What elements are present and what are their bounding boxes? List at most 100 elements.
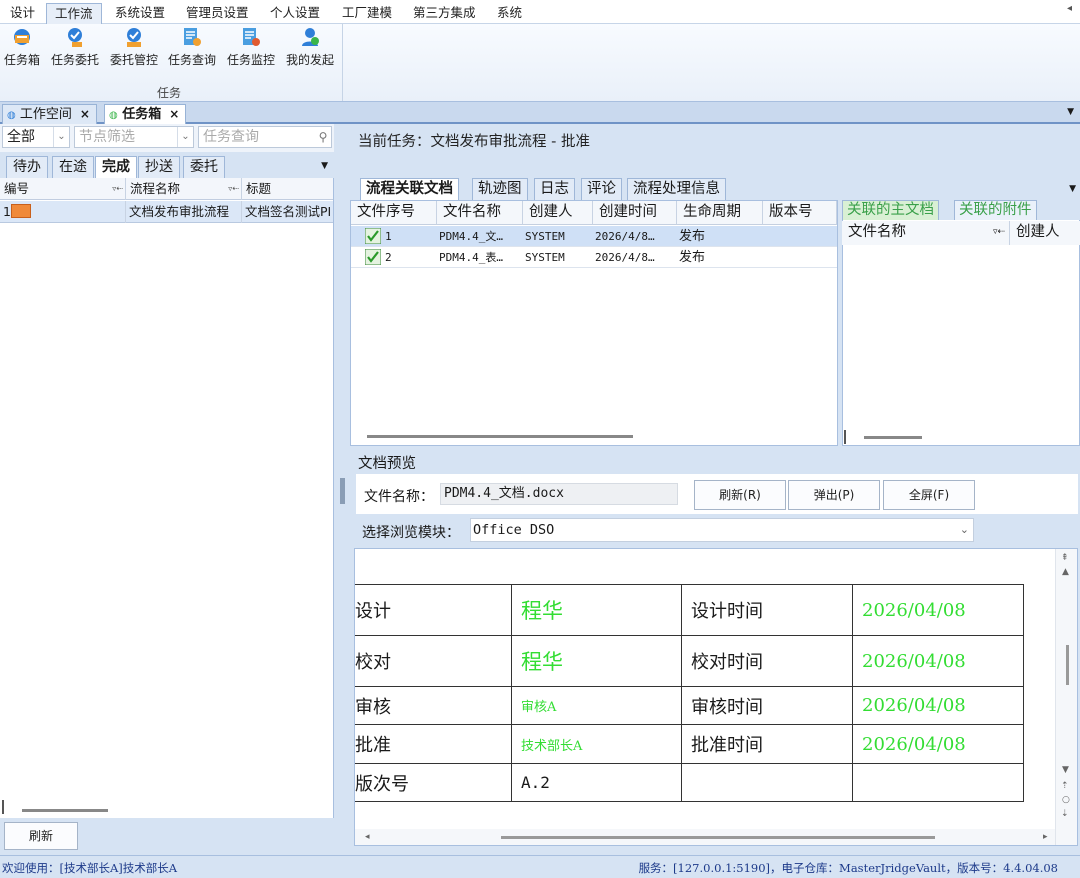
chevron-down-icon[interactable]: ⌄ [53, 127, 69, 147]
menu-factory-modeling[interactable]: 工厂建模 [334, 3, 400, 24]
time-label: 审核时间 [681, 686, 853, 725]
close-icon[interactable]: × [169, 107, 179, 121]
col-number[interactable]: 编号 ▿⇠ [0, 178, 126, 200]
time-label: 批准时间 [681, 724, 853, 764]
menu-admin-settings[interactable]: 管理员设置 [178, 3, 257, 24]
associated-grid-header: 文件名称 ▿⇠ 创建人 [842, 221, 1080, 245]
horizontal-scrollbar[interactable] [864, 436, 922, 439]
col-version[interactable]: 版本号 [763, 201, 837, 225]
chevron-down-icon[interactable]: ⌄ [177, 127, 193, 147]
task-detail-panel: 当前任务：文档发布审批流程 - 批准 流程关联文档 轨迹图 日志 评论 流程处理… [348, 124, 1080, 854]
menu-workflow[interactable]: 工作流 [46, 3, 102, 24]
time-label: 设计时间 [681, 584, 853, 636]
close-icon[interactable]: × [80, 107, 90, 121]
col-number-label: 编号 [4, 181, 30, 196]
chevron-down-icon[interactable]: ▼ [321, 161, 328, 171]
preview-refresh-button[interactable]: 刷新(R) [694, 480, 786, 510]
filter-icon[interactable]: ▿⇠ [112, 178, 123, 200]
created-time-cell: 2026/4/8… [595, 251, 655, 264]
inbox-label: 任务箱 [3, 53, 40, 67]
col-file-no[interactable]: 文件序号 [351, 201, 437, 225]
scope-filter[interactable]: 全部 ⌄ [2, 126, 70, 148]
chevron-down-icon[interactable]: ▼ [1069, 184, 1076, 194]
page-down-icon[interactable]: ⇣ [1061, 809, 1069, 819]
node-filter[interactable]: 节点筛选 ⌄ [74, 126, 194, 148]
menu-system-settings[interactable]: 系统设置 [107, 3, 173, 24]
tab-log[interactable]: 日志 [534, 178, 575, 200]
current-task-title: 当前任务：文档发布审批流程 - 批准 [358, 134, 590, 150]
file-name-field[interactable]: PDM4.4_文档.docx [440, 483, 678, 505]
col-assoc-creator[interactable]: 创建人 [1010, 221, 1080, 245]
menu-third-party[interactable]: 第三方集成 [405, 3, 484, 24]
horizontal-scrollbar[interactable] [22, 809, 108, 812]
subtab-done[interactable]: 完成 [95, 156, 137, 178]
approved-check-icon [365, 249, 381, 265]
scroll-left-icon[interactable]: ◂ [365, 832, 370, 842]
task-search-input[interactable]: 任务查询 ⚲ [198, 126, 332, 148]
page-up-icon[interactable]: ⇡ [1061, 781, 1069, 791]
tab-attachments[interactable]: 关联的附件 [954, 200, 1037, 220]
detail-tabs: 流程关联文档 轨迹图 日志 评论 流程处理信息 ▼ [348, 176, 1080, 200]
row-process-cell: 文档发布审批流程 [126, 201, 242, 223]
menu-bar: 设计 工作流 系统设置 管理员设置 个人设置 工厂建模 第三方集成 系统 ◂ [0, 0, 1080, 24]
horizontal-scrollbar[interactable] [367, 435, 633, 438]
filter-icon[interactable]: ▿⇠ [228, 178, 239, 200]
col-lifecycle[interactable]: 生命周期 [677, 201, 763, 225]
tab-process-info[interactable]: 流程处理信息 [627, 178, 726, 200]
refresh-button[interactable]: 刷新 [4, 822, 78, 850]
filter-icon[interactable]: ▿⇠ [993, 221, 1005, 243]
col-title[interactable]: 标题 [242, 178, 333, 200]
col-created-time[interactable]: 创建时间 [593, 201, 677, 225]
scroll-right-icon[interactable]: ▸ [1043, 832, 1048, 842]
field-label: 设计 [355, 584, 512, 636]
tab-workspace[interactable]: ◍ 工作空间 × [2, 104, 97, 124]
search-icon[interactable]: ⚲ [315, 127, 331, 147]
delegate-icon [68, 28, 82, 47]
delegation-control-button[interactable]: 委托管控 [106, 26, 162, 68]
delegate-button[interactable]: 任务委托 [47, 26, 103, 68]
preview-module-select[interactable]: Office DSO ⌄ [470, 518, 974, 542]
chevron-down-icon[interactable]: ⌄ [960, 519, 969, 541]
ribbon-collapse-icon[interactable]: ◂ [1067, 3, 1072, 14]
fullscreen-button[interactable]: 全屏(F) [883, 480, 975, 510]
splitter-handle[interactable] [340, 478, 345, 504]
inbox-button[interactable]: 任务箱 [0, 26, 50, 68]
file-no-cell: 2 [385, 251, 392, 264]
col-file-name[interactable]: 文件名称 [437, 201, 523, 225]
menu-system[interactable]: 系统 [489, 3, 530, 24]
page-icon[interactable]: ○ [1062, 795, 1070, 805]
vertical-scroll-thumb[interactable] [1066, 645, 1069, 685]
scroll-top-icon[interactable]: ⇞ [1061, 553, 1069, 563]
task-query-button[interactable]: 任务查询 [164, 26, 220, 68]
menu-design[interactable]: 设计 [2, 3, 43, 24]
popup-button[interactable]: 弹出(P) [788, 480, 880, 510]
table-row[interactable]: 2 PDM4.4_表… SYSTEM 2026/4/8… 发布 [351, 247, 837, 268]
scroll-up-icon[interactable]: ▲ [1062, 567, 1069, 577]
signature-table: 设计 程华 设计时间 2026/04/08 校对 程华 校对时间 2026/04… [355, 584, 1024, 802]
row-number-cell: 1 [0, 201, 126, 223]
field-label: 审核 [355, 686, 512, 725]
my-initiated-button[interactable]: 我的发起 [282, 26, 338, 68]
tab-comments[interactable]: 评论 [581, 178, 622, 200]
tab-main-doc[interactable]: 关联的主文档 [842, 200, 939, 220]
table-row[interactable]: 1 PDM4.4_文… SYSTEM 2026/4/8… 发布 [351, 226, 837, 247]
field-label: 批准 [355, 724, 512, 764]
subtab-cc[interactable]: 抄送 [138, 156, 180, 178]
subtab-delegated[interactable]: 委托 [183, 156, 225, 178]
subtab-todo[interactable]: 待办 [6, 156, 48, 178]
chevron-down-icon[interactable]: ▼ [1067, 107, 1074, 117]
filter-bar: 全部 ⌄ 节点筛选 ⌄ 任务查询 ⚲ [0, 124, 334, 152]
tab-related-docs[interactable]: 流程关联文档 [360, 178, 459, 200]
horizontal-scroll-thumb[interactable] [501, 836, 935, 839]
col-process-name[interactable]: 流程名称 ▿⇠ [126, 178, 242, 200]
scroll-down-icon[interactable]: ▼ [1062, 765, 1069, 775]
created-time-cell: 2026/4/8… [595, 230, 655, 243]
menu-personal-settings[interactable]: 个人设置 [262, 3, 328, 24]
subtab-in-progress[interactable]: 在途 [52, 156, 94, 178]
task-monitor-button[interactable]: 任务监控 [223, 26, 279, 68]
col-assoc-file-name[interactable]: 文件名称 ▿⇠ [842, 221, 1010, 245]
table-row[interactable]: 1 文档发布审批流程 文档签名测试PI [0, 201, 333, 223]
tab-trace-graph[interactable]: 轨迹图 [472, 178, 528, 200]
col-creator[interactable]: 创建人 [523, 201, 593, 225]
tab-task-box[interactable]: ◍ 任务箱 × [104, 104, 187, 124]
